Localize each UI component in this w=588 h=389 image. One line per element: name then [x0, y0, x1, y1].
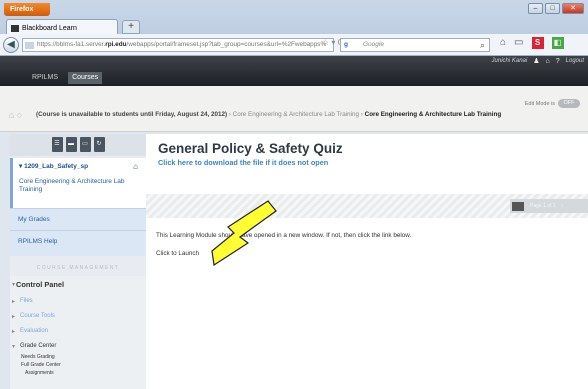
search-input[interactable]: g Google ⌕ [340, 38, 490, 52]
control-panel: ▾ Control Panel ▸ Files ▸ Course Tools ▸… [10, 276, 146, 389]
home-icon[interactable]: ⌂ [546, 58, 550, 65]
addon-s-icon[interactable]: S [531, 37, 544, 49]
cp-item-course-tools[interactable]: Course Tools [20, 313, 55, 319]
back-arrow-icon[interactable]: ◀ [3, 37, 19, 53]
user-name[interactable]: Junichi Kanai [492, 58, 528, 64]
expand-arrow-icon[interactable]: ▾ [12, 343, 15, 350]
toolbar-icons: ⌂ ▭ S ◧ [500, 37, 564, 49]
google-icon: g [344, 41, 348, 48]
breadcrumb: (Course is unavailable to students until… [36, 111, 502, 118]
url-bar[interactable]: https://bblms-fa1.server.rpi.edu/webapps… [22, 38, 334, 52]
blackboard-favicon-icon [11, 25, 19, 32]
window-view-icon[interactable]: ▭ [79, 137, 91, 152]
url-domain: rpi.edu [105, 41, 127, 48]
refresh-icon[interactable]: ↻ [93, 137, 105, 152]
edit-mode-label: Edit Mode is [524, 100, 555, 107]
launch-link[interactable]: Click to Launch [156, 250, 199, 257]
cp-item-evaluation[interactable]: Evaluation [20, 328, 48, 334]
new-tab-button[interactable]: + [122, 20, 140, 34]
home-icon[interactable]: ⌂ [500, 37, 506, 49]
expand-arrow-icon[interactable]: ▾ [12, 281, 15, 288]
course-home-icon[interactable]: ⌂ [133, 162, 138, 171]
navigation-bar: ◀ https://bblms-fa1.server.rpi.edu/webap… [0, 34, 588, 56]
breadcrumb-home-icon[interactable]: ⌂ ○ [9, 110, 22, 120]
breadcrumb-course[interactable]: Core Engineering & Architecture Lab Trai… [233, 111, 359, 118]
download-file-link[interactable]: Click here to download the file if it do… [158, 158, 328, 167]
breadcrumb-current: Core Engineering & Architecture Lab Trai… [364, 111, 502, 118]
blackboard-tabs: RPILMS Courses [32, 72, 103, 84]
arrow-shape [211, 200, 277, 267]
menu-view-icon[interactable]: ☰ [51, 137, 63, 152]
search-icon[interactable]: ⌕ [480, 40, 485, 51]
minimize-button[interactable]: – [528, 3, 543, 14]
cp-item-grade-center[interactable]: Grade Center [20, 343, 56, 349]
bookmarks-icon[interactable]: ▭ [514, 37, 523, 49]
expand-arrow-icon[interactable]: ▸ [12, 313, 15, 320]
gc-item-full-grade-center[interactable]: Full Grade Center [21, 362, 61, 368]
close-window-button[interactable]: ✕ [562, 3, 584, 14]
addon-green-icon[interactable]: ◧ [551, 37, 564, 49]
edit-mode-toggle[interactable]: Edit Mode is OFF [525, 99, 580, 108]
folder-view-icon[interactable]: ▬ [65, 137, 77, 152]
tab-courses[interactable]: Courses [68, 72, 103, 84]
site-identity-icon [25, 42, 34, 49]
pager-text: Page 1 of 1 [530, 203, 556, 209]
sidebar-item-my-grades[interactable]: My Grades [10, 208, 146, 230]
tab-rpilms[interactable]: RPILMS [32, 74, 58, 84]
url-prefix: https://bblms-fa1.server. [37, 41, 106, 48]
browser-tab[interactable]: Blackboard Learn [6, 19, 118, 34]
course-header: ▾ 1209_Lab_Safety_sp ⌂ Core Engineering … [10, 158, 146, 208]
logout-link[interactable]: Logout [566, 58, 584, 64]
pager-control[interactable]: Page 1 of 1 › [510, 199, 588, 213]
expand-arrow-icon[interactable]: ▸ [12, 298, 15, 305]
gc-item-needs-grading[interactable]: Needs Grading [21, 354, 55, 360]
course-menu: ☰ ▬ ▭ ↻ ▾ 1209_Lab_Safety_sp ⌂ Core Engi… [10, 134, 146, 389]
yellow-annotation-arrow-icon [211, 200, 277, 267]
availability-notice: (Course is unavailable to students until… [36, 111, 228, 118]
search-placeholder: Google [363, 41, 384, 48]
cp-item-files[interactable]: Files [20, 298, 33, 304]
menu-view-controls: ☰ ▬ ▭ ↻ [10, 134, 146, 156]
control-panel-title[interactable]: Control Panel [16, 280, 64, 289]
course-id[interactable]: ▾ 1209_Lab_Safety_sp [19, 162, 146, 170]
maximize-button[interactable]: □ [545, 3, 560, 14]
course-link[interactable]: Core Engineering & Architecture Lab Trai… [19, 178, 146, 194]
blackboard-header: Junichi Kanai ♟ ⌂ ? Logout RPILMS Course… [0, 56, 588, 86]
sidebar-item-rpilms-help[interactable]: RPILMS Help [10, 230, 146, 256]
firefox-menu-button[interactable]: Firefox [4, 3, 50, 16]
browser-chrome: Firefox – □ ✕ Blackboard Learn + ◀ https… [0, 0, 588, 56]
user-menu: Junichi Kanai ♟ ⌂ ? Logout [492, 57, 584, 66]
url-path: /webapps/portal/frameset.jsp?tab_group=c… [126, 41, 327, 48]
course-management-heading: COURSE MANAGEMENT [36, 265, 120, 271]
next-page-icon[interactable]: › [562, 203, 564, 209]
tab-title: Blackboard Learn [22, 25, 77, 32]
help-icon[interactable]: ? [556, 58, 560, 65]
breadcrumb-bar: Edit Mode is OFF ⌂ ○ (Course is unavaila… [0, 86, 588, 132]
user-icon[interactable]: ♟ [533, 57, 539, 65]
edit-mode-state[interactable]: OFF [558, 99, 580, 108]
page-icon [512, 201, 524, 211]
page-title: General Policy & Safety Quiz [158, 141, 343, 156]
window-controls: – □ ✕ [528, 3, 584, 14]
gc-item-assignments[interactable]: Assignments [25, 370, 54, 376]
expand-arrow-icon[interactable]: ▸ [12, 328, 15, 335]
